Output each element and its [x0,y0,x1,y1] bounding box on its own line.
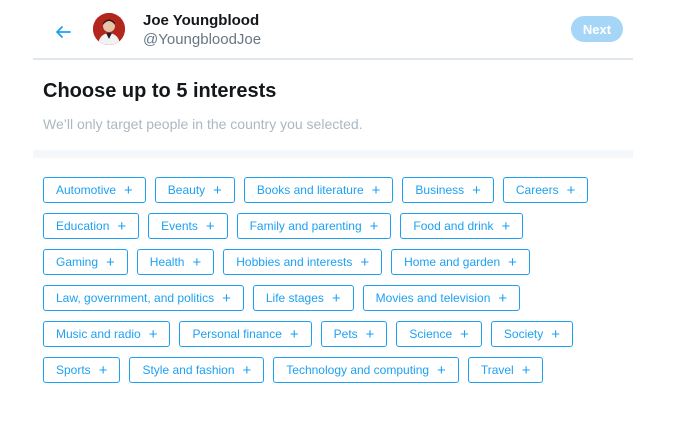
interest-chip-row: Music and radio + Personal finance + Pets + Sc… [43,321,643,347]
header: Joe Youngblood @YoungbloodJoe Next [33,0,633,60]
interest-chip-label: Education [56,219,110,233]
interest-chip-label: Pets [333,327,358,341]
interest-chip-sports[interactable]: Sports + [43,357,121,383]
section-divider [33,150,633,158]
interest-chip-movies-and-television[interactable]: Movies and television + [362,285,521,311]
plus-icon: + [365,325,375,343]
interest-chip-events[interactable]: Events + [148,213,228,239]
interest-chip-music-and-radio[interactable]: Music and radio + [43,321,171,347]
interest-chip-label: Food and drink [413,219,494,233]
plus-icon: + [508,253,517,271]
interest-chip-gaming[interactable]: Gaming + [43,249,128,275]
interest-chip-society[interactable]: Society + [490,321,574,347]
plus-icon: + [498,289,508,307]
interest-chip-row: Automotive + Beauty + Books and literature + B… [43,177,643,203]
interest-chip-technology-and-computing[interactable]: Technology and computing + [273,357,459,383]
page-title: Choose up to 5 interests [43,80,277,102]
interest-chip-label: Events [161,219,198,233]
interest-chip-label: Family and parenting [249,219,362,233]
plus-icon: + [222,289,231,307]
plus-icon: + [437,361,446,379]
interest-chip-law-government-and-politics[interactable]: Law, government, and politics + [43,285,244,311]
plus-icon: + [501,217,511,235]
interest-chip-health[interactable]: Health + [136,249,215,275]
interest-chip-row: Sports + Style and fashion + Technology and … [43,357,643,383]
interest-chip-label: Travel [480,363,514,377]
interest-chip-label: Music and radio [56,327,141,341]
plus-icon: + [124,181,133,199]
interest-chip-label: Automotive [56,183,117,197]
plus-icon: + [521,361,531,379]
plus-icon: + [360,253,370,271]
interest-chip-label: Law, government, and politics [56,291,215,305]
username: @YoungbloodJoe [143,31,262,48]
interest-chip-label: Science [409,327,453,341]
display-name: Joe Youngblood [143,12,260,29]
interest-chip-life-stages[interactable]: Life stages + [252,285,354,311]
interest-chip-label: Hobbies and interests [236,255,353,269]
interest-chip-label: Home and garden [404,255,501,269]
avatar [93,13,125,45]
interest-chip-books-and-literature[interactable]: Books and literature + [243,177,394,203]
interest-chip-label: Life stages [265,291,324,305]
interest-chip-label: Movies and television [375,291,491,305]
plus-icon: + [460,325,469,343]
interest-chip-education[interactable]: Education + [43,213,140,239]
plus-icon: + [192,253,202,271]
plus-icon: + [331,289,341,307]
interest-chip-list: Automotive + Beauty + Books and literature + B… [43,177,643,393]
interest-chip-travel[interactable]: Travel + [467,357,544,383]
plus-icon: + [566,181,576,199]
interest-chip-style-and-fashion[interactable]: Style and fashion + [129,357,265,383]
plus-icon: + [551,325,561,343]
plus-icon: + [106,253,115,271]
interest-chip-label: Business [415,183,465,197]
plus-icon: + [472,181,481,199]
back-arrow-icon[interactable] [53,22,73,42]
interest-chip-pets[interactable]: Pets + [320,321,388,347]
page-subtitle: We’ll only target people in the country … [43,116,363,132]
interest-chip-row: Education + Events + Family and parenting + Fo… [43,213,643,239]
interest-chip-label: Gaming [56,255,99,269]
interest-chip-label: Health [149,255,185,269]
interest-chip-science[interactable]: Science + [396,321,482,347]
interest-chip-family-and-parenting[interactable]: Family and parenting + [236,213,392,239]
plus-icon: + [205,217,215,235]
interest-chip-home-and-garden[interactable]: Home and garden + [391,249,530,275]
interest-chip-label: Style and fashion [142,363,235,377]
interest-chip-label: Personal finance [192,327,282,341]
plus-icon: + [117,217,127,235]
plus-icon: + [213,181,222,199]
interest-chip-label: Technology and computing [286,363,430,377]
interest-chip-row: Law, government, and politics + Life stage… [43,285,643,311]
interest-chip-careers[interactable]: Careers + [502,177,589,203]
interest-chip-automotive[interactable]: Automotive + [43,177,146,203]
interest-chip-label: Sports [56,363,91,377]
interest-chip-beauty[interactable]: Beauty + [154,177,235,203]
plus-icon: + [242,361,252,379]
next-button[interactable]: Next [571,16,623,42]
plus-icon: + [289,325,299,343]
interest-chip-food-and-drink[interactable]: Food and drink + [400,213,524,239]
interest-chip-hobbies-and-interests[interactable]: Hobbies and interests + [223,249,383,275]
plus-icon: + [371,181,381,199]
interest-chip-row: Gaming + Health + Hobbies and interests + Home… [43,249,643,275]
interest-chip-label: Society [503,327,544,341]
interest-chip-label: Beauty [167,183,206,197]
plus-icon: + [369,217,379,235]
interest-chip-label: Careers [515,183,559,197]
plus-icon: + [148,325,158,343]
interest-chip-label: Books and literature [256,183,364,197]
interest-chip-business[interactable]: Business + [402,177,494,203]
plus-icon: + [98,361,108,379]
interest-chip-personal-finance[interactable]: Personal finance + [179,321,312,347]
